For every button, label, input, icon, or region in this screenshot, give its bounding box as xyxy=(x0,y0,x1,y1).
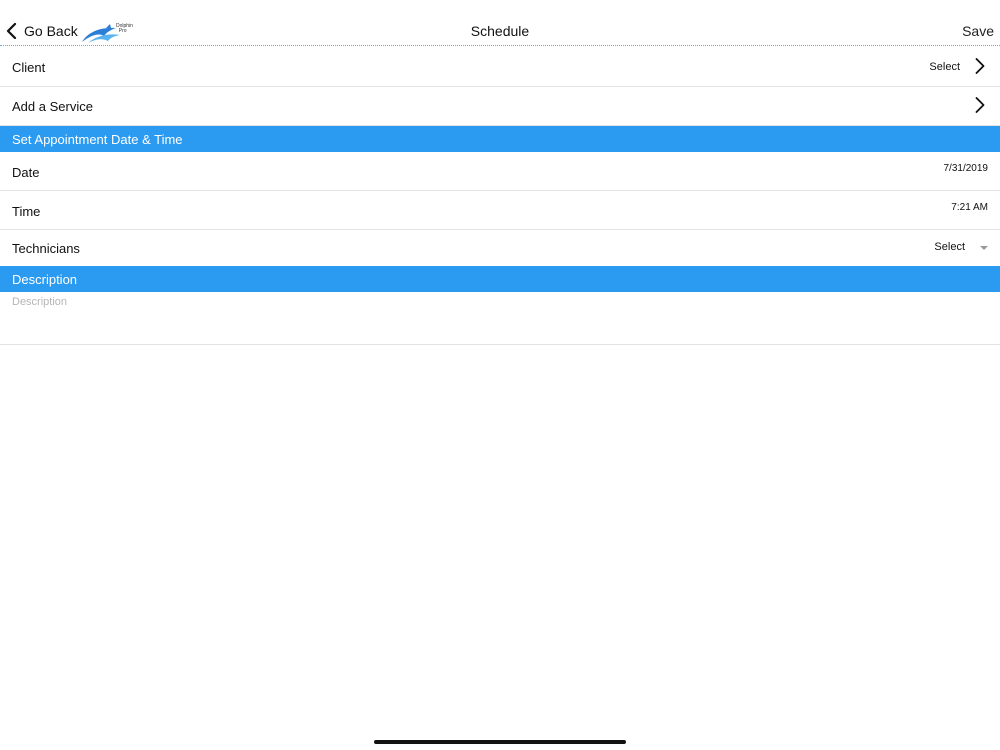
description-input[interactable] xyxy=(12,296,988,340)
description-section-header: Description xyxy=(0,266,1000,292)
client-label: Client xyxy=(12,60,46,75)
caret-down-icon xyxy=(980,246,988,250)
date-value[interactable]: 7/31/2019 xyxy=(944,163,989,174)
client-row[interactable]: Client Select xyxy=(0,47,1000,87)
date-row[interactable]: Date 7/31/2019 xyxy=(0,152,1000,191)
save-button[interactable]: Save xyxy=(962,23,994,39)
chevron-right-icon xyxy=(975,97,985,113)
client-select-value: Select xyxy=(929,61,960,73)
description-section-title: Description xyxy=(12,272,78,287)
time-value[interactable]: 7:21 AM xyxy=(951,202,988,213)
description-divider xyxy=(0,344,1000,345)
add-service-label: Add a Service xyxy=(12,99,93,114)
schedule-screen: Go Back Dolphin Pro Schedule Save Client… xyxy=(0,0,1000,750)
technicians-row[interactable]: Technicians Select xyxy=(0,230,1000,266)
technicians-select-value[interactable]: Select xyxy=(934,241,965,253)
add-service-row[interactable]: Add a Service xyxy=(0,87,1000,126)
time-label: Time xyxy=(12,204,41,219)
home-indicator xyxy=(374,740,626,744)
navigation-bar: Go Back Dolphin Pro Schedule Save xyxy=(0,0,1000,46)
chevron-right-icon xyxy=(975,58,985,74)
time-row[interactable]: Time 7:21 AM xyxy=(0,191,1000,230)
date-label: Date xyxy=(12,165,40,180)
appointment-section-title: Set Appointment Date & Time xyxy=(12,132,183,147)
page-title: Schedule xyxy=(470,23,530,39)
appointment-section-header: Set Appointment Date & Time xyxy=(0,126,1000,152)
technicians-label: Technicians xyxy=(12,241,80,256)
